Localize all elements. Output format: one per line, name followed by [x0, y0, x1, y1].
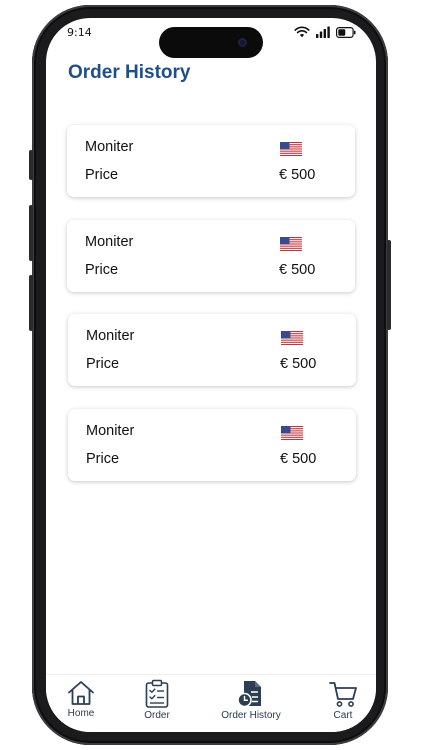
status-time: 9:14 [67, 26, 92, 39]
dynamic-island [159, 27, 263, 58]
order-clipboard-icon [145, 679, 169, 708]
us-flag-icon [280, 237, 302, 251]
order-price-label: Price [85, 167, 119, 183]
order-product-name: Moniter [86, 423, 135, 439]
cart-icon [329, 682, 357, 707]
tab-cart[interactable]: Cart [303, 679, 376, 721]
front-camera-icon [238, 38, 247, 47]
status-icons [294, 26, 356, 38]
tab-cart-label: Cart [333, 710, 353, 721]
us-flag-icon [280, 142, 302, 156]
order-card[interactable]: Moniter Price € 500 [68, 409, 356, 481]
order-price-value: € 500 [279, 167, 316, 183]
order-price-value: € 500 [280, 356, 317, 372]
us-flag-icon [281, 426, 303, 440]
order-card[interactable]: Moniter Price € 500 [67, 220, 355, 292]
cellular-signal-icon [316, 26, 330, 38]
order-product-name: Moniter [86, 328, 135, 344]
battery-icon [336, 26, 356, 38]
volume-down-button [29, 275, 33, 331]
phone-screen: 9:14 Order History Moniter Price € 500 M… [46, 18, 376, 732]
order-price-value: € 500 [280, 451, 317, 467]
us-flag-icon [281, 331, 303, 345]
order-product-name: Moniter [85, 234, 134, 250]
tab-order-label: Order [144, 710, 170, 721]
order-price-label: Price [86, 356, 120, 372]
tab-home-label: Home [67, 708, 95, 719]
order-price-label: Price [86, 451, 120, 467]
order-card[interactable]: Moniter Price € 500 [68, 314, 356, 386]
power-button [387, 240, 391, 330]
order-product-name: Moniter [85, 139, 134, 155]
tab-order-history[interactable]: Order History [211, 679, 291, 721]
wifi-icon [294, 26, 310, 38]
order-price-value: € 500 [279, 262, 316, 278]
order-history-icon [237, 681, 261, 708]
tab-home[interactable]: Home [46, 679, 121, 719]
tab-order[interactable]: Order [117, 679, 197, 721]
home-icon [68, 681, 94, 705]
order-card[interactable]: Moniter Price € 500 [67, 125, 355, 197]
order-price-label: Price [85, 262, 119, 278]
tab-order-history-label: Order History [221, 710, 281, 721]
page-title: Order History [68, 62, 191, 83]
app-screenshot: 9:14 Order History Moniter Price € 500 M… [0, 0, 422, 750]
volume-up-button [29, 205, 33, 261]
action-button [29, 150, 33, 180]
bottom-tab-bar: Home Order Order History Cart [46, 674, 376, 732]
